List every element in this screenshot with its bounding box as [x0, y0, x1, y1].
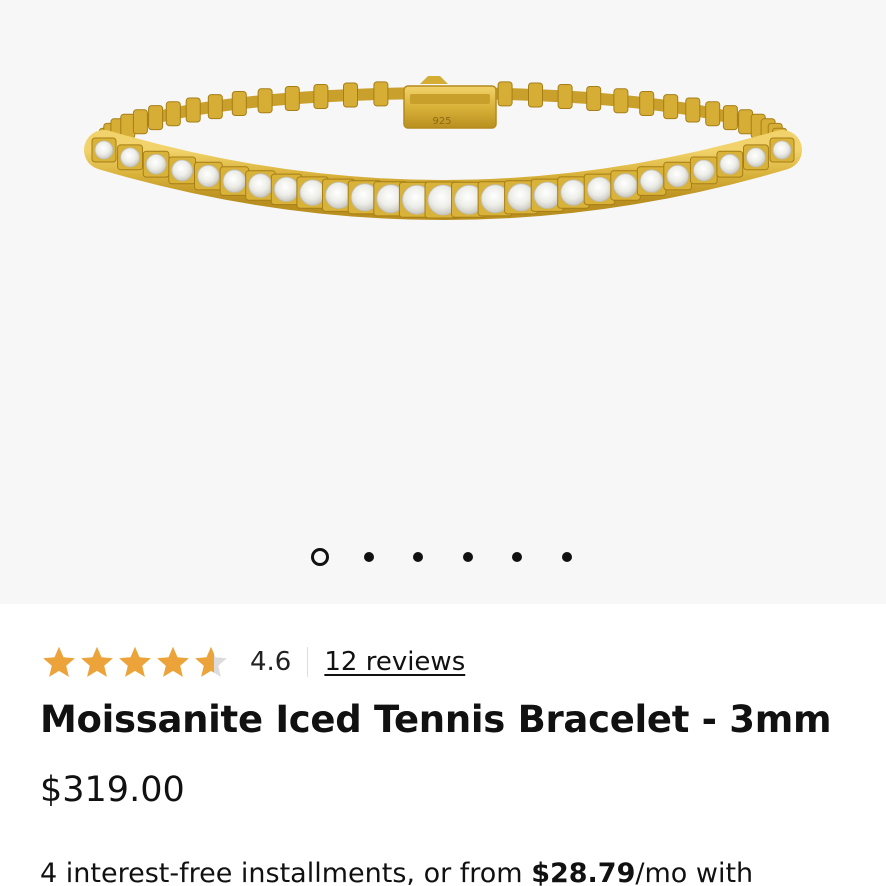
carousel-dot-4[interactable]	[463, 552, 473, 562]
bracelet-link	[722, 105, 738, 131]
divider	[307, 647, 309, 677]
moissanite-stone	[299, 179, 326, 206]
moissanite-stone	[120, 147, 141, 168]
star-icon	[157, 646, 189, 677]
moissanite-stone	[613, 173, 638, 198]
partial-star-icon	[195, 646, 227, 677]
product-info: 4.6 12 reviews Moissanite Iced Tennis Br…	[0, 604, 886, 886]
bracelet-link	[257, 88, 273, 114]
installments-amount: $28.79	[531, 858, 636, 886]
moissanite-stone	[719, 153, 741, 175]
rating-row: 4.6 12 reviews	[40, 640, 465, 684]
clasp-engraving: 925	[432, 116, 451, 127]
carousel-dots	[0, 546, 886, 570]
installments-suffix: /mo with	[635, 858, 754, 886]
bracelet-link	[528, 82, 543, 108]
carousel-dot-3[interactable]	[413, 552, 423, 562]
star-rating	[40, 644, 230, 680]
bracelet-link	[343, 82, 358, 108]
star-icon	[43, 646, 75, 677]
bracelet-link	[663, 94, 679, 120]
product-image-gallery[interactable]: 925	[0, 0, 886, 604]
bracelet-link	[231, 91, 247, 116]
bracelet-link	[373, 81, 389, 107]
star-icon	[119, 646, 151, 677]
product-price: $319.00	[40, 770, 185, 810]
carousel-dot-1[interactable]	[311, 548, 329, 566]
bracelet-link	[313, 84, 329, 109]
moissanite-stone	[772, 140, 792, 160]
rating-value: 4.6	[250, 647, 292, 677]
bracelet-link	[165, 101, 181, 127]
bracelet-link	[120, 113, 136, 139]
carousel-dot-2[interactable]	[364, 552, 374, 562]
moissanite-stone	[222, 169, 247, 193]
bracelet-link	[685, 97, 701, 123]
product-page: 925 4.6 12 reviews Moissanite Iced Tenni…	[0, 0, 886, 886]
carousel-dot-6[interactable]	[562, 552, 572, 562]
bracelet-link	[586, 86, 602, 111]
moissanite-stone	[273, 176, 300, 202]
moissanite-stone	[533, 181, 561, 209]
bracelet-link	[185, 97, 201, 123]
product-title: Moissanite Iced Tennis Bracelet - 3mm	[40, 698, 832, 741]
moissanite-stone	[560, 179, 587, 206]
moissanite-stone	[639, 169, 664, 193]
star-icon	[81, 646, 113, 677]
moissanite-stone	[692, 159, 715, 182]
bracelet-link	[148, 105, 164, 131]
bracelet-link	[613, 88, 629, 114]
moissanite-stone	[248, 173, 273, 198]
bracelet-link	[639, 91, 655, 116]
moissanite-stone	[746, 147, 766, 168]
moissanite-stone	[171, 159, 194, 182]
reviews-link[interactable]: 12 reviews	[324, 647, 465, 677]
product-image[interactable]: 925	[0, 0, 886, 330]
bracelet-link	[207, 94, 223, 120]
bracelet-link	[132, 109, 148, 135]
bracelet-link	[497, 81, 513, 107]
moissanite-stone	[145, 153, 167, 175]
installments-prefix: 4 interest-free installments, or from	[40, 858, 532, 886]
installments-info: 4 interest-free installments, or from $2…	[40, 858, 753, 886]
bracelet-link	[557, 84, 573, 109]
bracelet-link	[284, 86, 300, 111]
bracelet-link	[738, 109, 754, 135]
clasp: 925	[403, 76, 497, 129]
moissanite-stone	[94, 140, 114, 160]
moissanite-stone	[586, 176, 613, 202]
carousel-dot-5[interactable]	[512, 552, 522, 562]
moissanite-stone	[197, 164, 220, 188]
moissanite-stone	[666, 164, 689, 188]
bracelet-link	[705, 101, 721, 127]
